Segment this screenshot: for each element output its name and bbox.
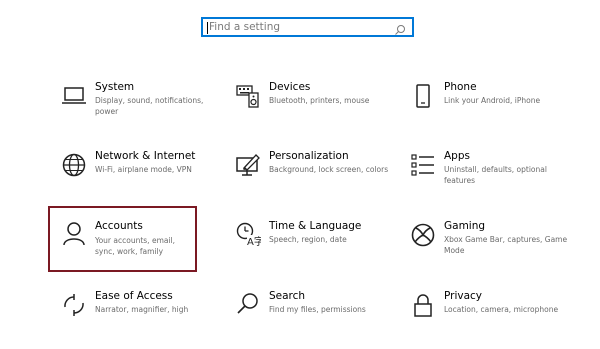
settings-tile-privacy[interactable]: Privacy Location, camera, microphone (401, 289, 571, 349)
settings-tile-gaming[interactable]: Gaming Xbox Game Bar, captures, Game Mod… (401, 219, 571, 279)
tile-title: Search (269, 290, 306, 302)
settings-tile-network-internet[interactable]: Network & Internet Wi-Fi, airplane mode,… (52, 149, 222, 209)
tile-title: Time & Language (269, 220, 362, 232)
laptop-icon (61, 83, 87, 109)
tile-description: Link your Android, iPhone (444, 96, 541, 105)
tile-title: System (95, 81, 135, 93)
tile-description: Wi-Fi, airplane mode, VPN (95, 165, 192, 174)
tile-title: Gaming (444, 220, 486, 232)
tile-description: Uninstall, defaults, optional features (444, 165, 547, 185)
ease-of-access-icon (61, 292, 87, 318)
tile-title: Devices (269, 81, 311, 93)
settings-tile-search[interactable]: Search Find my files, permissions (226, 289, 396, 349)
settings-tile-time-language[interactable]: A字 Time & Language Speech, region, date (226, 219, 396, 279)
settings-tile-devices[interactable]: Devices Bluetooth, printers, mouse (226, 80, 396, 140)
tile-title: Phone (444, 81, 477, 93)
tile-description: Location, camera, microphone (444, 305, 559, 314)
text-caret (207, 22, 208, 34)
search-icon (235, 292, 261, 318)
apps-list-icon (410, 152, 436, 178)
person-icon (61, 220, 87, 246)
tile-description: Find my files, permissions (269, 305, 366, 314)
keyboard-speaker-icon (235, 83, 261, 109)
tile-title: Accounts (95, 220, 143, 232)
globe-icon (61, 152, 87, 178)
tile-title: Privacy (444, 290, 483, 302)
settings-tile-ease-of-access[interactable]: Ease of Access Narrator, magnifier, high (52, 289, 222, 349)
settings-tile-phone[interactable]: Phone Link your Android, iPhone (401, 80, 571, 140)
tile-title: Ease of Access (95, 290, 173, 302)
xbox-icon (410, 222, 436, 248)
tile-title: Network & Internet (95, 150, 196, 162)
settings-tile-system[interactable]: System Display, sound, notifications, po… (52, 80, 222, 140)
settings-tile-accounts[interactable]: Accounts Your accounts, email, sync, wor… (48, 206, 197, 272)
paint-monitor-icon (235, 152, 261, 178)
tile-description: Speech, region, date (269, 235, 347, 244)
tile-description: Narrator, magnifier, high (95, 305, 189, 314)
phone-icon (410, 83, 436, 109)
search-input[interactable] (209, 19, 389, 35)
settings-tile-personalization[interactable]: Personalization Background, lock screen,… (226, 149, 396, 209)
tile-title: Personalization (269, 150, 349, 162)
svg-text:A字: A字 (247, 235, 261, 248)
tile-description: Your accounts, email, sync, work, family (95, 236, 176, 256)
settings-tile-apps[interactable]: Apps Uninstall, defaults, optional featu… (401, 149, 571, 209)
search-icon[interactable] (394, 21, 406, 35)
lock-icon (410, 292, 436, 318)
tile-description: Bluetooth, printers, mouse (269, 96, 370, 105)
time-language-icon: A字 (235, 222, 261, 248)
tile-title: Apps (444, 150, 470, 162)
search-box[interactable] (201, 17, 414, 37)
tile-description: Xbox Game Bar, captures, Game Mode (444, 235, 568, 255)
tile-description: Display, sound, notifications, power (95, 96, 204, 116)
tile-description: Background, lock screen, colors (269, 165, 389, 174)
